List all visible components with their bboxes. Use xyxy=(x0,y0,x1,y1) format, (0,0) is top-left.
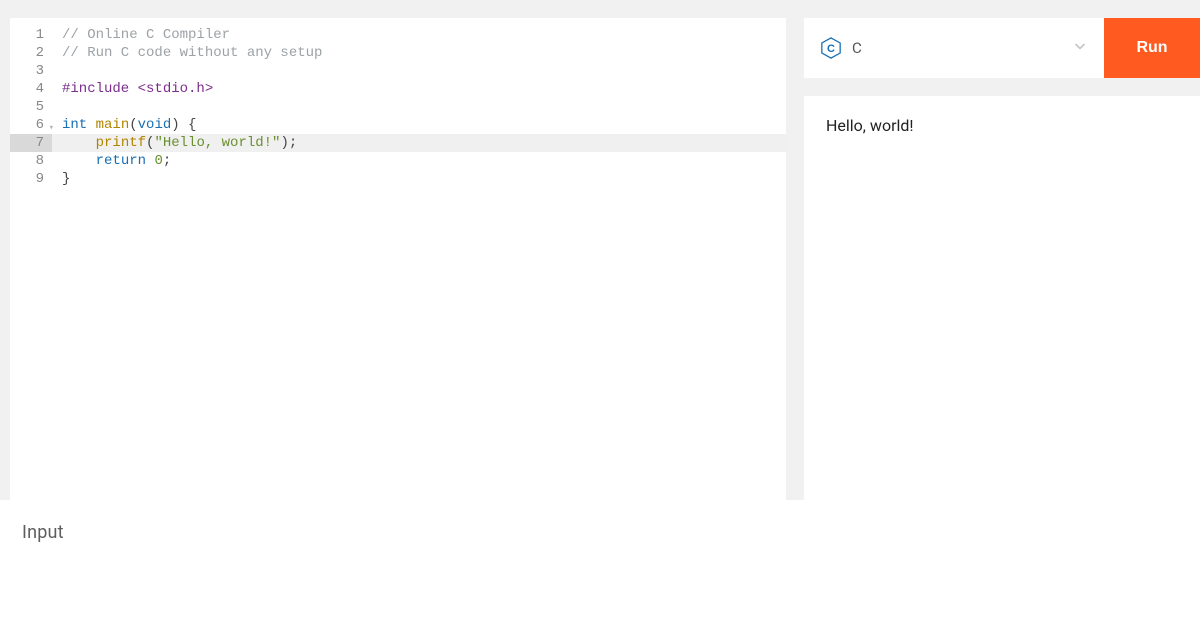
line-number: 9 xyxy=(10,170,52,188)
line-number: 1 xyxy=(10,26,52,44)
code-line[interactable] xyxy=(52,98,786,116)
line-number: 6▾ xyxy=(10,116,52,134)
code-line[interactable]: int main(void) { xyxy=(52,116,786,134)
code-line[interactable]: #include <stdio.h> xyxy=(52,80,786,98)
run-button[interactable]: Run xyxy=(1104,18,1200,78)
code-line[interactable]: // Run C code without any setup xyxy=(52,44,786,62)
code-line[interactable]: } xyxy=(52,170,786,188)
c-language-icon: C xyxy=(820,37,842,59)
line-number: 8 xyxy=(10,152,52,170)
code-line[interactable]: printf("Hello, world!"); xyxy=(52,134,786,152)
line-number: 2 xyxy=(10,44,52,62)
output-panel: Hello, world! xyxy=(804,96,1200,500)
code-line[interactable]: return 0; xyxy=(52,152,786,170)
language-name: C xyxy=(852,39,862,57)
line-number-gutter: 123456▾789 xyxy=(10,18,52,500)
svg-text:C: C xyxy=(827,43,835,55)
line-number: 4 xyxy=(10,80,52,98)
code-area[interactable]: // Online C Compiler// Run C code withou… xyxy=(52,18,786,500)
online-compiler-app: 123456▾789 // Online C Compiler// Run C … xyxy=(0,0,1200,619)
line-number: 5 xyxy=(10,98,52,116)
code-editor[interactable]: 123456▾789 // Online C Compiler// Run C … xyxy=(10,18,786,500)
chevron-down-icon xyxy=(1074,41,1086,56)
language-selector[interactable]: C C xyxy=(804,18,1104,78)
code-line[interactable] xyxy=(52,62,786,80)
language-run-bar: C C Run xyxy=(804,18,1200,78)
code-line[interactable]: // Online C Compiler xyxy=(52,26,786,44)
line-number: 7 xyxy=(10,134,52,152)
line-number: 3 xyxy=(10,62,52,80)
right-panel: C C Run Hello, world! xyxy=(804,18,1200,500)
input-panel[interactable]: Input xyxy=(0,500,1200,619)
output-text: Hello, world! xyxy=(826,116,1178,135)
input-label: Input xyxy=(22,522,1178,543)
top-row: 123456▾789 // Online C Compiler// Run C … xyxy=(0,0,1200,500)
